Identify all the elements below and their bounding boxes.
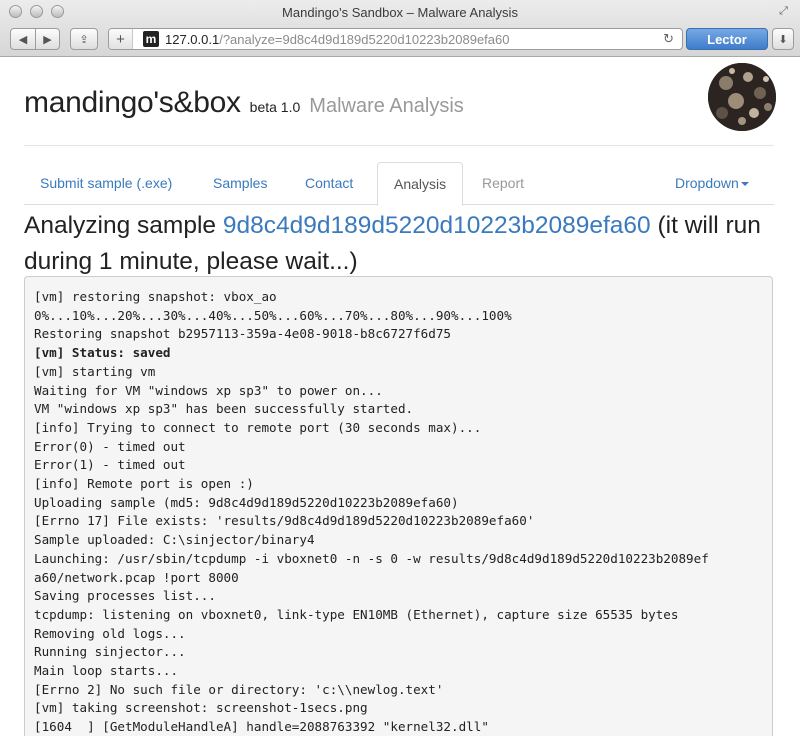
brand-name: mandingo's&box bbox=[24, 86, 241, 119]
caret-down-icon bbox=[740, 182, 749, 187]
log-line: Launching: /usr/sbin/tcpdump -i vboxnet0… bbox=[34, 550, 709, 566]
url-host: 127.0.0.1 bbox=[165, 31, 220, 47]
log-line: 0%...10%...20%...30%...40%...50%...60%..… bbox=[34, 307, 512, 323]
browser-chrome: Mandingo's Sandbox – Malware Analysis ⤢ … bbox=[0, 0, 800, 57]
tab-samples[interactable]: Samples bbox=[197, 162, 283, 205]
log-line: a60/network.pcap !port 8000 bbox=[34, 569, 239, 585]
log-line: [Errno 17] File exists: 'results/9d8c4d9… bbox=[34, 513, 535, 529]
log-line: [1604 ] [GetModuleHandleA] handle=208876… bbox=[34, 719, 489, 735]
history-buttons: ◀ ▶ bbox=[10, 28, 60, 50]
title-prefix: Analyzing sample bbox=[24, 212, 223, 239]
back-icon[interactable]: ◀ bbox=[11, 29, 35, 49]
title-bar: Mandingo's Sandbox – Malware Analysis ⤢ bbox=[0, 0, 800, 24]
log-line: Sample uploaded: C:\sinjector/binary4 bbox=[34, 532, 315, 548]
log-line: Error(1) - timed out bbox=[34, 457, 186, 473]
log-line: [vm] starting vm bbox=[34, 363, 156, 379]
site-favicon-icon: m bbox=[143, 31, 159, 47]
page-header: mandingo's&box beta 1.0 Malware Analysis bbox=[24, 58, 776, 146]
fullscreen-icon[interactable]: ⤢ bbox=[777, 5, 790, 18]
dropdown-label: Dropdown bbox=[675, 175, 739, 191]
url-path: /?analyze=9d8c4d9d189d5220d10223b2089efa… bbox=[219, 31, 510, 47]
tab-submit-sample[interactable]: Submit sample (.exe) bbox=[24, 162, 188, 205]
tab-analysis[interactable]: Analysis bbox=[377, 162, 464, 206]
reload-icon[interactable]: ↻ bbox=[663, 31, 674, 47]
dropdown-menu[interactable]: Dropdown bbox=[659, 162, 765, 205]
log-line: Saving processes list... bbox=[34, 588, 216, 604]
log-line: Removing old logs... bbox=[34, 625, 186, 641]
page-content: mandingo's&box beta 1.0 Malware Analysis… bbox=[0, 58, 800, 736]
nav-tabs: Submit sample (.exe) Samples Contact Ana… bbox=[24, 162, 774, 206]
address-bar[interactable]: + m 127.0.0.1/?analyze=9d8c4d9d189d5220d… bbox=[108, 28, 683, 50]
log-line: Uploading sample (md5: 9d8c4d9d189d5220d… bbox=[34, 494, 459, 510]
log-line: [Errno 2] No such file or directory: 'c:… bbox=[34, 681, 444, 697]
brand: mandingo's&box beta 1.0 Malware Analysis bbox=[24, 86, 464, 120]
analysis-log: [vm] restoring snapshot: vbox_ao 0%...10… bbox=[24, 276, 773, 736]
log-line: [vm] taking screenshot: screenshot-1secs… bbox=[34, 700, 368, 716]
log-line: tcpdump: listening on vboxnet0, link-typ… bbox=[34, 606, 679, 622]
brand-version: beta 1.0 bbox=[249, 99, 301, 115]
log-line: Running sinjector... bbox=[34, 644, 186, 660]
sample-hash-link[interactable]: 9d8c4d9d189d5220d10223b2089efa60 bbox=[223, 212, 651, 239]
share-button[interactable]: ⇪ bbox=[70, 28, 98, 50]
forward-icon[interactable]: ▶ bbox=[34, 29, 59, 49]
browser-toolbar: ◀ ▶ ⇪ + m 127.0.0.1/?analyze=9d8c4d9d189… bbox=[0, 24, 800, 56]
avatar-image bbox=[708, 63, 776, 131]
tab-contact[interactable]: Contact bbox=[289, 162, 369, 205]
downloads-button[interactable]: ⬇ bbox=[772, 28, 794, 50]
page-title: Analyzing sample 9d8c4d9d189d5220d10223b… bbox=[24, 208, 784, 280]
tab-report[interactable]: Report bbox=[466, 162, 540, 205]
log-line: [vm] Status: saved bbox=[34, 345, 171, 361]
log-line: Restoring snapshot b2957113-359a-4e08-90… bbox=[34, 326, 452, 342]
download-icon: ⬇ bbox=[778, 33, 788, 46]
add-bookmark-icon[interactable]: + bbox=[109, 29, 133, 49]
reader-button[interactable]: Lector bbox=[686, 28, 768, 50]
log-line: Waiting for VM "windows xp sp3" to power… bbox=[34, 382, 383, 398]
log-line: [info] Trying to connect to remote port … bbox=[34, 419, 482, 435]
log-line: Main loop starts... bbox=[34, 663, 179, 679]
brand-subtitle: Malware Analysis bbox=[309, 95, 464, 117]
log-line: Error(0) - timed out bbox=[34, 438, 186, 454]
share-icon: ⇪ bbox=[79, 33, 89, 46]
log-line: [info] Remote port is open :) bbox=[34, 476, 254, 492]
log-line: VM "windows xp sp3" has been successfull… bbox=[34, 401, 414, 417]
window-title: Mandingo's Sandbox – Malware Analysis bbox=[282, 5, 518, 20]
log-line: [vm] restoring snapshot: vbox_ao bbox=[34, 289, 277, 304]
avatar bbox=[708, 63, 776, 131]
